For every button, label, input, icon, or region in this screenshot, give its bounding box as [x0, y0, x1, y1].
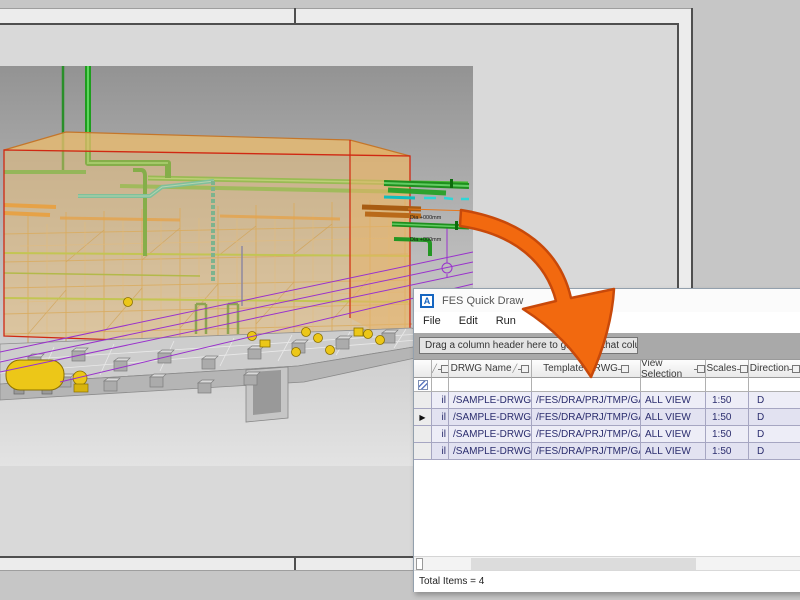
- cell-direction[interactable]: D: [749, 409, 800, 426]
- row-indicator: [414, 392, 432, 409]
- header-row-indicator: [414, 360, 432, 378]
- pipe-dimension-label: Dia +000mm: [410, 237, 442, 243]
- pin-icon[interactable]: [441, 365, 449, 373]
- fes-quick-draw-window: A FES Quick Draw File Edit Run Drag a co…: [413, 288, 800, 592]
- sheet-border-line: [0, 8, 693, 9]
- cell-view-selection[interactable]: ALL VIEW: [641, 409, 706, 426]
- scrollbar-sizer[interactable]: [416, 558, 423, 570]
- cell-drwg-name[interactable]: /SAMPLE-DRWG-02: [449, 426, 532, 443]
- grid-header-row: ╱ DRWG Name ╱ Template DRWG View Selecti…: [414, 360, 800, 378]
- current-row-icon: ▶: [419, 413, 425, 422]
- filter-cell[interactable]: [706, 378, 749, 392]
- menu-edit[interactable]: Edit: [450, 315, 487, 327]
- header-label: Scales: [706, 363, 736, 374]
- header-label: View Selection: [641, 360, 694, 378]
- sheet-border-tick: [294, 8, 296, 24]
- pin-icon[interactable]: [521, 365, 529, 373]
- window-title: FES Quick Draw: [442, 295, 523, 307]
- pipe-dimension-label: Dia +000mm: [410, 215, 442, 221]
- cell-direction[interactable]: D: [749, 443, 800, 460]
- filter-cell[interactable]: [532, 378, 641, 392]
- menu-file[interactable]: File: [414, 315, 450, 327]
- header-drwg-name[interactable]: DRWG Name ╱: [449, 360, 532, 378]
- drawings-grid: ╱ DRWG Name ╱ Template DRWG View Selecti…: [414, 359, 800, 460]
- cell-select[interactable]: il: [432, 392, 449, 409]
- cell-scales[interactable]: 1:50: [706, 426, 749, 443]
- table-row[interactable]: il /SAMPLE-DRWG-02 /FES/DRA/PRJ/TMP/GA/A…: [414, 426, 800, 443]
- cell-template-drwg[interactable]: /FES/DRA/PRJ/TMP/GA/A2: [532, 426, 641, 443]
- cell-select[interactable]: il: [432, 409, 449, 426]
- total-items-label: Total Items = 4: [419, 576, 484, 587]
- cell-drwg-name[interactable]: /SAMPLE-DRWG-03: [449, 443, 532, 460]
- scrollbar-thumb[interactable]: [471, 558, 696, 570]
- sheet-border-line: [0, 23, 679, 25]
- cell-select[interactable]: il: [432, 443, 449, 460]
- pin-icon[interactable]: [697, 365, 705, 373]
- cell-template-drwg[interactable]: /FES/DRA/PRJ/TMP/GA/A2: [532, 392, 641, 409]
- cell-drwg-name[interactable]: /SAMPLE-DRWG-00: [449, 392, 532, 409]
- filter-cell[interactable]: [449, 378, 532, 392]
- window-titlebar[interactable]: A FES Quick Draw: [414, 289, 800, 312]
- header-template-drwg[interactable]: Template DRWG: [532, 360, 641, 378]
- filter-cell[interactable]: [641, 378, 706, 392]
- cell-scales[interactable]: 1:50: [706, 392, 749, 409]
- grid-filter-row[interactable]: [414, 378, 800, 392]
- current-row-indicator: ▶: [414, 409, 432, 426]
- sort-icon: ╱: [432, 364, 437, 373]
- filter-cell[interactable]: [432, 378, 449, 392]
- pin-icon[interactable]: [792, 365, 800, 373]
- pin-icon[interactable]: [740, 365, 748, 373]
- clash-volume-box: [4, 132, 410, 350]
- statusbar: Total Items = 4: [414, 570, 800, 592]
- row-indicator: [414, 443, 432, 460]
- app-icon: A: [420, 294, 434, 308]
- cell-scales[interactable]: 1:50: [706, 409, 749, 426]
- filter-cell[interactable]: [749, 378, 800, 392]
- cell-direction[interactable]: D: [749, 392, 800, 409]
- menu-run[interactable]: Run: [487, 315, 525, 327]
- table-row[interactable]: il /SAMPLE-DRWG-00 /FES/DRA/PRJ/TMP/GA/A…: [414, 392, 800, 409]
- header-select-column[interactable]: ╱: [432, 360, 449, 378]
- menubar: File Edit Run: [414, 312, 800, 329]
- row-indicator: [414, 426, 432, 443]
- cell-scales[interactable]: 1:50: [706, 443, 749, 460]
- 3d-viewport[interactable]: Dia +000mm Dia +000mm: [0, 66, 473, 466]
- filter-icon[interactable]: [418, 380, 428, 390]
- table-row[interactable]: ▶ il /SAMPLE-DRWG-01 /FES/DRA/PRJ/TMP/GA…: [414, 409, 800, 426]
- sort-icon: ╱: [513, 364, 518, 373]
- header-view-selection[interactable]: View Selection: [641, 360, 706, 378]
- table-row[interactable]: il /SAMPLE-DRWG-03 /FES/DRA/PRJ/TMP/GA/A…: [414, 443, 800, 460]
- cell-template-drwg[interactable]: /FES/DRA/PRJ/TMP/GA/A2: [532, 443, 641, 460]
- horizontal-scrollbar[interactable]: [414, 556, 800, 570]
- filter-row-indicator: [414, 378, 432, 392]
- cell-drwg-name[interactable]: /SAMPLE-DRWG-01: [449, 409, 532, 426]
- header-label: DRWG Name: [451, 363, 512, 374]
- cell-view-selection[interactable]: ALL VIEW: [641, 443, 706, 460]
- header-label: Template DRWG: [543, 363, 618, 374]
- cell-view-selection[interactable]: ALL VIEW: [641, 392, 706, 409]
- sheet-border-tick: [294, 556, 296, 571]
- cell-select[interactable]: il: [432, 426, 449, 443]
- header-direction[interactable]: Direction: [749, 360, 800, 378]
- pin-icon[interactable]: [621, 365, 629, 373]
- header-scales[interactable]: Scales: [706, 360, 749, 378]
- cell-template-drwg[interactable]: /FES/DRA/PRJ/TMP/GA/A2: [532, 409, 641, 426]
- group-panel-hint: Drag a column header here to group by th…: [419, 337, 638, 354]
- grid-group-panel[interactable]: Drag a column header here to group by th…: [414, 333, 800, 359]
- cell-view-selection[interactable]: ALL VIEW: [641, 426, 706, 443]
- header-label: Direction: [750, 363, 789, 374]
- cell-direction[interactable]: D: [749, 426, 800, 443]
